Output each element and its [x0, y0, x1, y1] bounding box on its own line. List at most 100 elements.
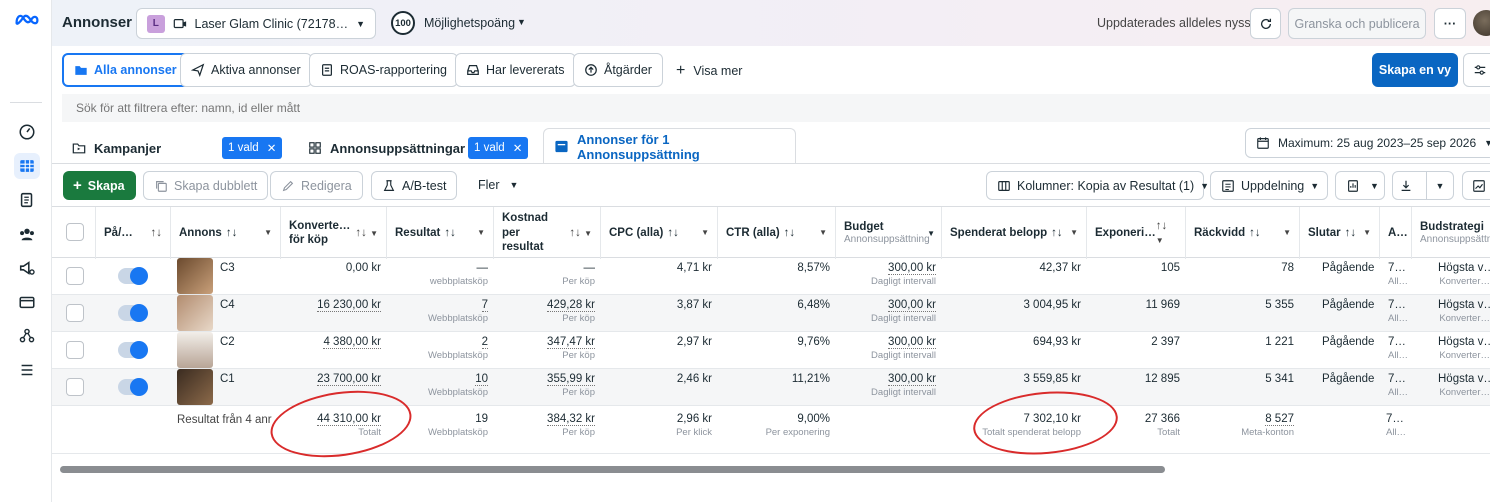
view-settings-button[interactable] — [1463, 53, 1490, 87]
gauge-icon[interactable] — [14, 119, 40, 145]
ad-thumbnail[interactable] — [177, 369, 213, 405]
ad-thumbnail[interactable] — [177, 295, 213, 331]
level-tab-adsets[interactable]: Annonsuppsättningar — [302, 134, 465, 162]
document-stack-icon[interactable] — [14, 187, 40, 213]
value[interactable]: C4 — [220, 299, 235, 311]
adsets-selected-chip[interactable]: 1 vald ✕ — [468, 137, 529, 159]
tab-delivered[interactable]: Har levererats — [455, 53, 576, 87]
edit-button[interactable]: Redigera — [270, 171, 363, 200]
header-impressions[interactable]: Exponeri… ↑↓ ▼ — [1087, 207, 1186, 259]
header-cpc[interactable]: CPC (alla) ↑↓ ▼ — [601, 207, 718, 259]
campaigns-selected-chip[interactable]: 1 vald ✕ — [222, 137, 283, 159]
breakdown-dropdown[interactable]: Uppdelning ▼ — [1210, 171, 1328, 200]
export-split-button[interactable]: ▼ — [1392, 171, 1454, 200]
tab-active-ads[interactable]: Aktiva annonser — [180, 53, 312, 87]
row-checkbox[interactable] — [66, 304, 84, 322]
chevron-down-icon[interactable]: ▼ — [1425, 172, 1453, 199]
tab-roas-reporting[interactable]: ROAS-rapportering — [309, 53, 458, 87]
more-actions-dropdown[interactable]: Fler ▼ — [478, 178, 518, 192]
chevron-down-icon[interactable]: ▼ — [264, 228, 272, 238]
duplicate-button[interactable]: Skapa dubblett — [143, 171, 269, 200]
close-icon[interactable]: ✕ — [513, 141, 523, 155]
sort-icon[interactable]: ↑↓ — [784, 226, 796, 240]
search-input[interactable] — [62, 94, 762, 122]
header-ends[interactable]: Slutar ↑↓ ▼ — [1300, 207, 1380, 259]
value[interactable]: 300,00 kr — [888, 373, 936, 386]
value[interactable]: 347,47 kr — [547, 336, 595, 349]
tab-actions[interactable]: Åtgärder — [573, 53, 663, 87]
sort-icon[interactable]: ↑↓ — [151, 226, 163, 240]
chevron-down-icon[interactable]: ▼ — [1070, 228, 1078, 238]
sort-icon[interactable]: ↑↓ — [1249, 226, 1261, 240]
sort-icon[interactable]: ↑↓ — [444, 226, 456, 240]
create-view-button[interactable]: Skapa en vy — [1372, 53, 1458, 87]
header-attribution[interactable]: A… — [1380, 207, 1412, 259]
ads-table-icon[interactable] — [14, 153, 40, 179]
value[interactable]: 7 — [481, 299, 488, 312]
billing-card-icon[interactable] — [14, 289, 40, 315]
value[interactable]: — — [584, 262, 596, 274]
value[interactable]: — — [477, 262, 489, 274]
table-row[interactable]: C4 16 230,00 kr 7 Webbplatsköp 429,28 kr Per … — [52, 295, 1490, 332]
audience-icon[interactable] — [14, 221, 40, 247]
date-range-picker[interactable]: Maximum: 25 aug 2023–25 sep 2026 ▼ — [1245, 128, 1490, 158]
review-publish-button[interactable]: Granska och publicera — [1288, 8, 1426, 39]
header-results[interactable]: Resultat ↑↓ ▼ — [387, 207, 494, 259]
value[interactable]: 300,00 kr — [888, 299, 936, 312]
value[interactable]: 384,32 kr — [547, 413, 595, 426]
header-cost-per-result[interactable]: Kostnad per resultat ↑↓ ▼ — [494, 207, 601, 259]
refresh-button[interactable] — [1250, 8, 1281, 39]
value[interactable]: 0,00 kr — [346, 262, 381, 274]
chevron-down-icon[interactable]: ▼ — [477, 228, 485, 238]
table-row[interactable]: C3 0,00 kr — webbplatsköp — Per köp 4,71 kr 8,5… — [52, 258, 1490, 295]
value[interactable]: 8 527 — [1265, 413, 1294, 426]
ad-thumbnail[interactable] — [177, 332, 213, 368]
sort-icon[interactable]: ↑↓ ▼ — [569, 226, 592, 240]
value[interactable]: 2 — [481, 336, 488, 349]
close-icon[interactable]: ✕ — [267, 141, 277, 155]
tab-all-ads[interactable]: Alla annonser — [62, 53, 189, 87]
sort-icon[interactable]: ↑↓ — [667, 226, 679, 240]
account-selector[interactable]: L Laser Glam Clinic (72178… ▼ — [136, 8, 376, 39]
megaphone-settings-icon[interactable] — [14, 255, 40, 281]
opportunity-score-label[interactable]: Möjlighetspoäng — [424, 16, 515, 30]
value[interactable]: C1 — [220, 373, 235, 385]
chevron-down-icon[interactable]: ▼ — [927, 229, 935, 239]
ab-test-button[interactable]: A/B-test — [371, 171, 458, 200]
header-amount-spent[interactable]: Spenderat belopp ↑↓ ▼ — [942, 207, 1087, 259]
header-bid-strategy[interactable]: BudstrategiAnnonsuppsättni… — [1412, 207, 1490, 259]
value[interactable]: 16 230,00 kr — [317, 299, 381, 312]
table-row[interactable]: C1 23 700,00 kr 10 Webbplatsköp 355,99 kr Per… — [52, 369, 1490, 406]
value[interactable]: 4 380,00 kr — [323, 336, 381, 349]
chart-view-button[interactable] — [1462, 171, 1490, 200]
level-tab-ads[interactable]: Annonser för 1 Annonsuppsättning — [543, 128, 796, 164]
value[interactable]: 429,28 kr — [547, 299, 595, 312]
ad-name[interactable]: C1 — [214, 369, 274, 406]
opportunity-score-badge[interactable]: 100 — [391, 11, 415, 35]
table-row[interactable]: C2 4 380,00 kr 2 Webbplatsköp 347,47 kr Per k… — [52, 332, 1490, 369]
value[interactable]: 300,00 kr — [888, 262, 936, 275]
sort-icon[interactable]: ↑↓ — [1051, 226, 1063, 240]
ad-name[interactable]: C4 — [214, 295, 274, 332]
ad-toggle[interactable] — [118, 341, 148, 359]
value[interactable]: 23 700,00 kr — [317, 373, 381, 386]
ad-name[interactable]: C2 — [214, 332, 274, 369]
sort-icon[interactable]: ↑↓ — [226, 226, 238, 240]
header-conversions[interactable]: Konverte… för köp ↑↓ ▼ — [281, 207, 387, 259]
header-ctr[interactable]: CTR (alla) ↑↓ ▼ — [718, 207, 836, 259]
chevron-down-icon[interactable]: ▼ — [1283, 228, 1291, 238]
ad-thumbnail[interactable] — [177, 258, 213, 294]
sort-icon[interactable]: ↑↓ ▼ — [1156, 219, 1177, 248]
header-budget[interactable]: Budget Annonsuppsättning ▼ — [836, 207, 942, 259]
header-ad[interactable]: Annons ↑↓ ▼ — [171, 207, 281, 259]
value[interactable]: 300,00 kr — [888, 336, 936, 349]
ad-name[interactable]: C3 — [214, 258, 274, 295]
value[interactable]: 10 — [475, 373, 488, 386]
header-on-off[interactable]: På/… ↑↓ — [96, 207, 171, 259]
value[interactable]: C2 — [220, 336, 235, 348]
row-checkbox[interactable] — [66, 341, 84, 359]
chevron-down-icon[interactable]: ▼ — [819, 228, 827, 238]
chevron-down-icon[interactable]: ▼ — [1363, 228, 1371, 238]
select-all-checkbox[interactable] — [66, 223, 84, 241]
horizontal-scrollbar[interactable] — [60, 466, 1165, 473]
